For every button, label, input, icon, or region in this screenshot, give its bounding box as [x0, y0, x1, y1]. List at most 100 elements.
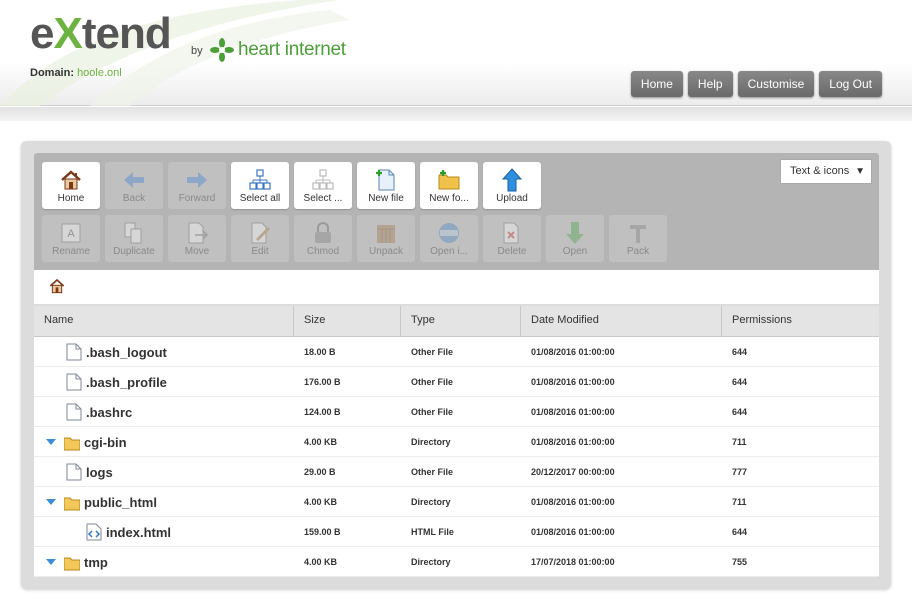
- file-name[interactable]: logs: [86, 465, 113, 480]
- forward-arrow-icon: [187, 172, 207, 188]
- name-cell[interactable]: .bashrc: [66, 397, 132, 427]
- type-cell: Other File: [411, 407, 454, 417]
- logo-x: X: [53, 9, 82, 58]
- forward-button-label: Forward: [178, 193, 216, 204]
- new-file-icon: [376, 169, 395, 191]
- new-file-button-label: New file: [368, 193, 404, 204]
- name-cell[interactable]: cgi-bin: [46, 427, 127, 457]
- select-all-button[interactable]: Select all: [231, 162, 289, 209]
- size-cell: 4.00 KB: [304, 437, 338, 447]
- name-cell[interactable]: public_html: [46, 487, 157, 517]
- size-cell: 124.00 B: [304, 407, 341, 417]
- expand-toggle-icon[interactable]: [46, 497, 56, 507]
- chmod-button-label: Chmod: [306, 246, 340, 257]
- partner-name: heart internet: [238, 39, 346, 60]
- unpack-icon: [377, 225, 395, 243]
- upload-button-label: Upload: [496, 193, 528, 204]
- table-row[interactable]: logs 29.00 B Other File 20/12/2017 00:00:00…: [34, 457, 879, 487]
- table-row[interactable]: tmp 4.00 KB Directory 17/07/2018 01:00:00 75…: [34, 547, 879, 577]
- table-row[interactable]: .bashrc 124.00 B Other File 01/08/2016 01:0…: [34, 397, 879, 427]
- date-cell: 01/08/2016 01:00:00: [531, 377, 615, 387]
- delete-button[interactable]: Delete: [483, 215, 541, 262]
- table-row[interactable]: .bash_profile 176.00 B Other File 01/08/201…: [34, 367, 879, 397]
- new-folder-button-label: New fo...: [429, 193, 469, 204]
- name-cell[interactable]: .bash_logout: [66, 337, 167, 367]
- new-folder-button[interactable]: New fo...: [420, 162, 478, 209]
- permissions-cell: 644: [732, 527, 748, 537]
- pack-button[interactable]: Pack: [609, 215, 667, 262]
- open-download-icon: [566, 222, 584, 244]
- new-folder-icon: [438, 170, 460, 190]
- move-button[interactable]: Move: [168, 215, 226, 262]
- column-header-type[interactable]: Type: [401, 306, 521, 337]
- heart-internet-logo: heart internet: [210, 38, 346, 62]
- file-icon: [66, 343, 82, 361]
- nav-help-button[interactable]: Help: [687, 71, 733, 97]
- file-name[interactable]: tmp: [84, 555, 108, 570]
- date-cell: 01/08/2016 01:00:00: [531, 347, 615, 357]
- view-mode-select[interactable]: Text & icons ▼: [780, 159, 872, 184]
- open-button[interactable]: Open: [546, 215, 604, 262]
- type-cell: Directory: [411, 497, 451, 507]
- type-cell: Other File: [411, 467, 454, 477]
- file-name[interactable]: index.html: [106, 525, 171, 540]
- name-cell[interactable]: index.html: [86, 517, 171, 547]
- select-none-button[interactable]: Select ...: [294, 162, 352, 209]
- table-row[interactable]: index.html 159.00 B HTML File 01/08/2016 01…: [34, 517, 879, 547]
- open-in-browser-button[interactable]: Open i...: [420, 215, 478, 262]
- new-file-button[interactable]: New file: [357, 162, 415, 209]
- name-cell[interactable]: logs: [66, 457, 113, 487]
- file-name[interactable]: .bashrc: [86, 405, 132, 420]
- permissions-cell: 644: [732, 347, 748, 357]
- type-cell: Other File: [411, 377, 454, 387]
- expand-toggle-icon[interactable]: [46, 557, 56, 567]
- rename-button[interactable]: A Rename: [42, 215, 100, 262]
- back-button[interactable]: Back: [105, 162, 163, 209]
- column-header-permissions[interactable]: Permissions: [722, 306, 879, 337]
- file-name[interactable]: cgi-bin: [84, 435, 127, 450]
- logo-by: by: [191, 45, 203, 57]
- expand-toggle-icon[interactable]: [46, 437, 56, 447]
- date-cell: 01/08/2016 01:00:00: [531, 407, 615, 417]
- logo-prefix: e: [30, 9, 55, 58]
- table-row[interactable]: .bash_logout 18.00 B Other File 01/08/2016 …: [34, 337, 879, 367]
- delete-button-label: Delete: [497, 246, 527, 257]
- column-header-date-modified[interactable]: Date Modified: [521, 306, 722, 337]
- extend-logo[interactable]: eXtend: [30, 9, 172, 58]
- nav-home-button[interactable]: Home: [630, 71, 683, 97]
- header-band: [0, 107, 912, 121]
- column-header-size[interactable]: Size: [294, 306, 401, 337]
- chmod-button[interactable]: Chmod: [294, 215, 352, 262]
- nav-logout-button[interactable]: Log Out: [819, 71, 882, 97]
- pack-icon: [630, 225, 646, 243]
- size-cell: 29.00 B: [304, 467, 336, 477]
- breadcrumb-home-icon[interactable]: [49, 278, 65, 294]
- date-cell: 20/12/2017 00:00:00: [531, 467, 615, 477]
- duplicate-button[interactable]: Duplicate: [105, 215, 163, 262]
- file-name[interactable]: public_html: [84, 495, 157, 510]
- date-cell: 01/08/2016 01:00:00: [531, 497, 615, 507]
- table-row[interactable]: public_html 4.00 KB Directory 01/08/2016 01…: [34, 487, 879, 517]
- home-button[interactable]: Home: [42, 162, 100, 209]
- folder-icon: [64, 437, 80, 451]
- select-none-icon: [312, 169, 334, 190]
- size-cell: 4.00 KB: [304, 497, 338, 507]
- home-button-label: Home: [57, 193, 85, 204]
- unpack-button[interactable]: Unpack: [357, 215, 415, 262]
- home-icon: [61, 170, 81, 190]
- file-table: Name Size Type Date Modified Permissions…: [34, 306, 879, 577]
- header: eXtend by heart internet Domain: hoole.o…: [0, 0, 912, 106]
- name-cell[interactable]: tmp: [46, 547, 108, 577]
- move-button-label: Move: [184, 246, 210, 257]
- rename-icon: A: [61, 223, 81, 243]
- file-name[interactable]: .bash_profile: [86, 375, 167, 390]
- file-name[interactable]: .bash_logout: [86, 345, 167, 360]
- upload-button[interactable]: Upload: [483, 162, 541, 209]
- edit-button[interactable]: Edit: [231, 215, 289, 262]
- table-row[interactable]: cgi-bin 4.00 KB Directory 01/08/2016 01:00:…: [34, 427, 879, 457]
- name-cell[interactable]: .bash_profile: [66, 367, 167, 397]
- forward-button[interactable]: Forward: [168, 162, 226, 209]
- column-header-name[interactable]: Name: [34, 306, 294, 337]
- nav-customise-button[interactable]: Customise: [737, 71, 815, 97]
- type-cell: Directory: [411, 437, 451, 447]
